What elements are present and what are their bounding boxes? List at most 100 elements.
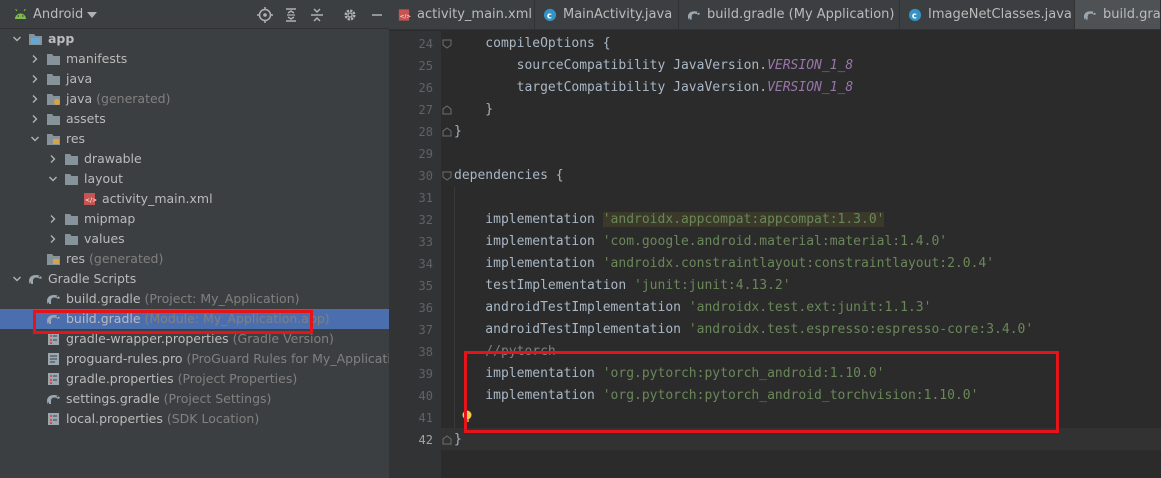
line-number: 40 [418,389,433,403]
view-mode-selector[interactable]: Android [33,7,83,22]
minimize-icon[interactable] [369,7,385,23]
tree-item-name: drawable [84,151,142,166]
editor-tab[interactable]: c MainActivity.java [535,0,679,29]
code-line[interactable]: } [454,429,462,451]
code-line[interactable]: androidTestImplementation 'androidx.test… [454,319,1033,341]
line-number: 42 [418,433,433,447]
tree-item-name: proguard-rules.pro [66,351,183,366]
chevron-down-icon[interactable] [48,169,58,189]
folder-icon [65,174,78,185]
tree-item[interactable]: mipmap [0,209,389,229]
code-line[interactable]: } [454,99,493,121]
tree-item[interactable]: values [0,229,389,249]
tree-item[interactable]: assets [0,109,389,129]
tree-item[interactable]: res [0,129,389,149]
code-line[interactable]: implementation 'com.google.android.mater… [454,231,947,253]
chevron-down-icon[interactable] [12,29,22,49]
locate-target-icon[interactable] [257,7,273,23]
tree-item[interactable]: build.gradle (Project: My_Application) [0,289,389,309]
res-folder-icon [47,254,60,265]
code-token: } [454,124,462,139]
chevron-right-icon[interactable] [48,149,58,169]
code-token: 'androidx.test.espresso:espresso-core:3.… [688,322,1034,337]
text-file-icon [48,353,59,365]
code-token: androidTestImplementation [454,322,689,337]
tree-item-name: Gradle Scripts [48,271,137,286]
xml-file-icon: </> [84,193,97,205]
tree-item-name: manifests [66,51,128,66]
folder-icon [47,54,60,65]
fold-end-icon[interactable] [441,126,453,138]
editor-tab[interactable]: build.gradle (My Application) [679,0,900,29]
tree-item[interactable]: layout [0,169,389,189]
fold-start-icon[interactable] [441,170,453,182]
gradle-icon [47,395,60,404]
code-line[interactable]: } [454,121,462,143]
chevron-right-icon[interactable] [48,229,58,249]
chevron-down-icon[interactable] [87,12,97,18]
line-number: 28 [418,125,433,139]
chevron-down-icon[interactable] [30,129,40,149]
tree-item-name: settings.gradle [66,391,160,406]
tree-item[interactable]: app [0,29,389,49]
fold-end-icon[interactable] [441,434,453,446]
code-line[interactable]: sourceCompatibility JavaVersion.VERSION_… [454,55,854,77]
tree-item[interactable]: </> activity_main.xml [0,189,389,209]
folder-icon [47,74,60,85]
gear-icon[interactable] [342,7,358,23]
line-number: 25 [418,59,433,73]
fold-end-icon[interactable] [441,104,453,116]
xml-file-icon: </> [398,9,411,21]
tree-item-name: build.gradle [66,291,141,306]
fold-start-icon[interactable] [441,38,453,50]
code-token: implementation [454,234,603,249]
chevron-right-icon[interactable] [30,89,40,109]
tree-item-name: java [66,71,93,86]
code-line[interactable]: targetCompatibility JavaVersion.VERSION_… [454,77,854,99]
code-token: implementation [454,256,603,271]
chevron-right-icon[interactable] [30,69,40,89]
tree-item[interactable]: local.properties (SDK Location) [0,409,389,429]
editor-tab[interactable]: </> activity_main.xml [389,0,535,29]
tree-item[interactable]: settings.gradle (Project Settings) [0,389,389,409]
tree-item-name: res [66,251,86,266]
line-number: 34 [418,257,433,271]
tree-item[interactable]: res (generated) [0,249,389,269]
tree-item-name: layout [84,171,124,186]
editor-tab-label: build.gradle (My Application) [707,7,895,22]
tree-item[interactable]: drawable [0,149,389,169]
chevron-right-icon[interactable] [30,109,40,129]
tree-item[interactable]: java (generated) [0,89,389,109]
tree-item-hint: (SDK Location) [162,411,260,426]
editor-tab[interactable]: build.grad [1075,0,1161,29]
tree-item[interactable]: proguard-rules.pro (ProGuard Rules for M… [0,349,389,369]
tree-item-name: mipmap [84,211,136,226]
tree-item-label: drawable [84,149,142,169]
tree-item-hint: (Project Settings) [159,391,272,406]
svg-text:c: c [547,10,552,20]
tree-item[interactable]: Gradle Scripts [0,269,389,289]
editor-tab-label: ImageNetClasses.java [928,7,1072,22]
chevron-right-icon[interactable] [48,209,58,229]
code-line[interactable]: dependencies { [454,165,564,187]
expand-all-icon[interactable] [283,7,299,23]
editor-tab[interactable]: c ImageNetClasses.java [900,0,1075,29]
tree-item[interactable]: manifests [0,49,389,69]
tree-item-label: values [84,229,125,249]
code-line[interactable]: implementation 'androidx.constraintlayou… [454,253,994,275]
line-number: 32 [418,213,433,227]
generated-folder-icon [47,94,60,105]
code-line[interactable]: implementation 'androidx.appcompat:appco… [454,209,885,231]
collapse-all-icon[interactable] [309,7,325,23]
tree-item-label: java (generated) [66,89,171,109]
gradle-icon [47,295,60,304]
tree-item-name: res [66,131,86,146]
chevron-down-icon[interactable] [12,269,22,289]
code-line[interactable]: testImplementation 'junit:junit:4.13.2' [454,275,790,297]
tree-item-label: activity_main.xml [102,189,213,209]
code-line[interactable]: compileOptions { [454,33,610,55]
chevron-right-icon[interactable] [30,49,40,69]
code-line[interactable]: androidTestImplementation 'androidx.test… [454,297,931,319]
tree-item[interactable]: java [0,69,389,89]
tree-item[interactable]: gradle.properties (Project Properties) [0,369,389,389]
